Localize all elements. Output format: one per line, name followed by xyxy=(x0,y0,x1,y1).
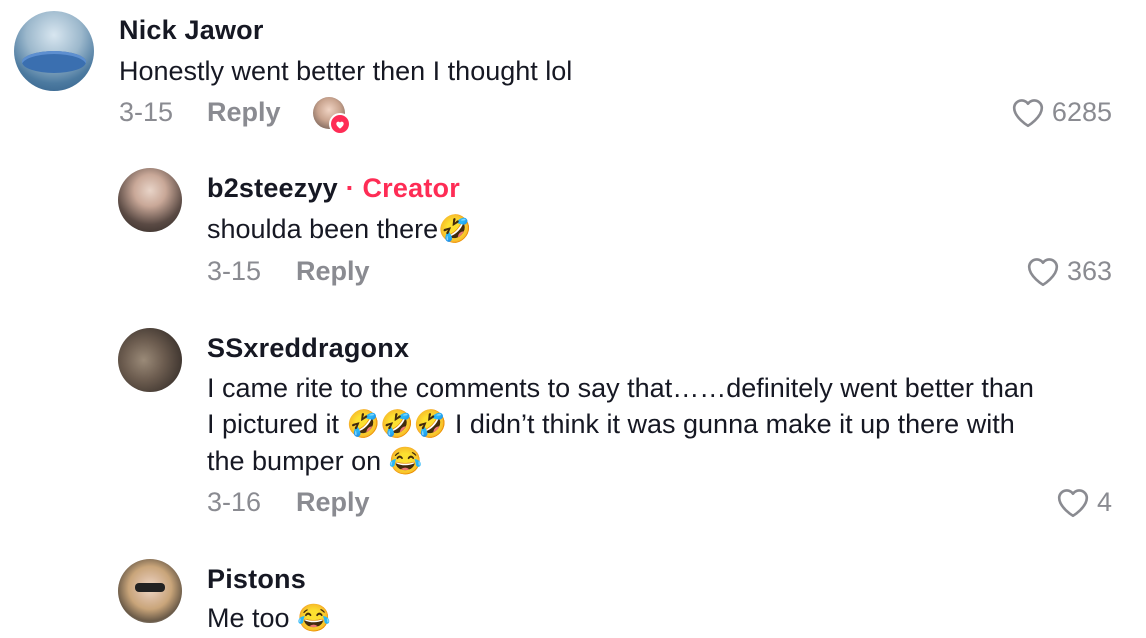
reply-button[interactable]: Reply xyxy=(296,256,370,287)
like-count: 363 xyxy=(1066,255,1112,286)
like-button[interactable]: 363 xyxy=(1025,255,1112,287)
reply-text-line: I came rite to the comments to say that…… xyxy=(207,373,1034,403)
comment-username[interactable]: Nick Jawor xyxy=(119,15,264,46)
reply-text: Me too 😂 xyxy=(207,603,331,633)
reply-text-line: the bumper on 😂 xyxy=(207,446,423,476)
reply-username[interactable]: Pistons xyxy=(207,564,306,595)
reply-text: shoulda been there🤣 xyxy=(207,214,472,244)
reply-text-line: I pictured it 🤣🤣🤣 I didn’t think it was … xyxy=(207,409,1015,439)
avatar[interactable] xyxy=(118,168,182,232)
like-button[interactable]: 4 xyxy=(1055,486,1112,518)
avatar[interactable] xyxy=(14,11,94,91)
heart-filled-icon xyxy=(329,113,351,135)
reply-button[interactable]: Reply xyxy=(296,487,370,518)
like-count: 4 xyxy=(1096,486,1112,517)
like-count: 6285 xyxy=(1051,96,1112,127)
comment-text: Honestly went better then I thought lol xyxy=(119,56,573,86)
reply-username-text[interactable]: b2steezyy xyxy=(207,173,338,203)
avatar[interactable] xyxy=(118,559,182,623)
reply-username[interactable]: b2steezyy · Creator xyxy=(207,173,460,204)
reply-date: 3-15 xyxy=(207,256,262,286)
heart-outline-icon xyxy=(1057,489,1089,518)
like-button[interactable]: 6285 xyxy=(1010,96,1112,128)
creator-liked-avatar xyxy=(313,97,351,135)
creator-badge: · Creator xyxy=(345,173,460,203)
reply-button[interactable]: Reply xyxy=(207,97,281,128)
avatar[interactable] xyxy=(118,328,182,392)
heart-outline-icon xyxy=(1027,258,1059,287)
heart-outline-icon xyxy=(1012,99,1044,128)
reply-date: 3-16 xyxy=(207,487,262,517)
reply-username[interactable]: SSxreddragonx xyxy=(207,333,409,364)
comment-date: 3-15 xyxy=(119,97,174,127)
